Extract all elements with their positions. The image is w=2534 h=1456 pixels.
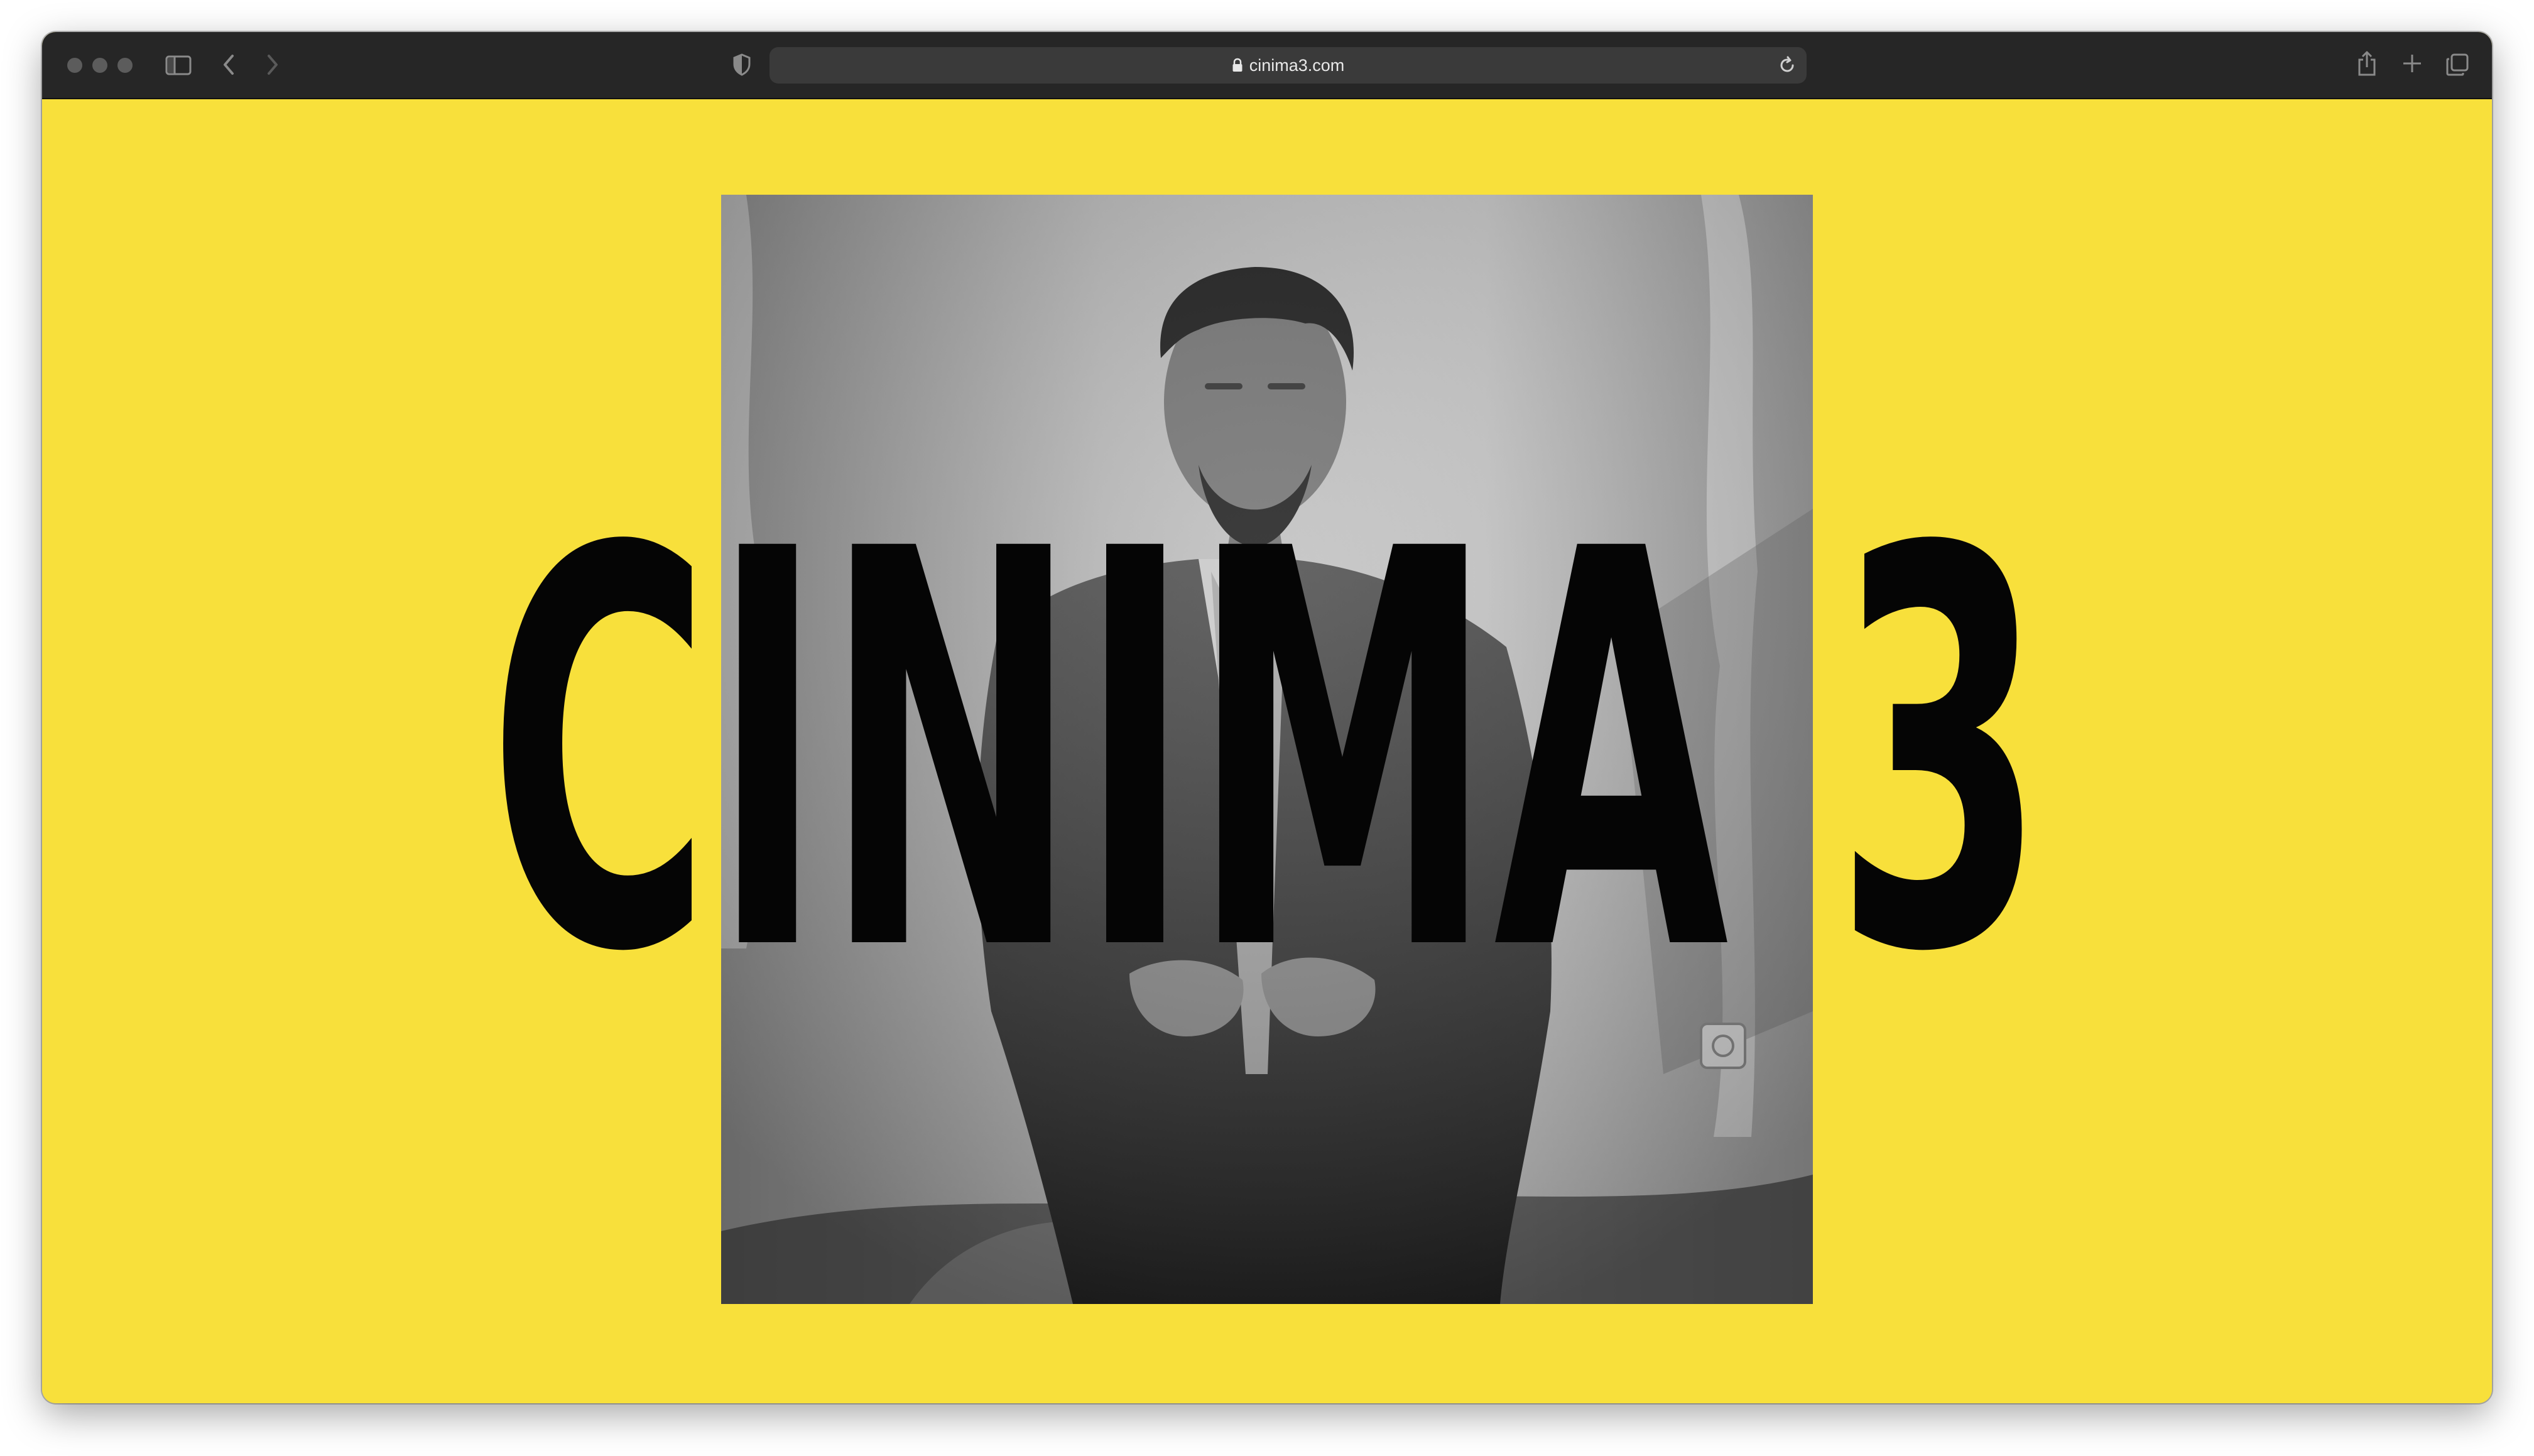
- sidebar-icon[interactable]: [165, 55, 192, 76]
- close-window-button[interactable]: [67, 58, 82, 73]
- portrait-image: [721, 195, 1813, 1304]
- chevron-left-icon[interactable]: [219, 52, 238, 77]
- share-icon[interactable]: [2356, 50, 2378, 77]
- url-text[interactable]: cinima3.com: [1249, 56, 1345, 75]
- lock-icon: [1232, 58, 1243, 72]
- chevron-right-icon[interactable]: [263, 52, 282, 77]
- shield-icon[interactable]: [732, 53, 751, 77]
- hero-photo: [721, 195, 1813, 1304]
- plus-icon[interactable]: [2401, 53, 2423, 74]
- address-bar[interactable]: cinima3.com: [769, 47, 1807, 84]
- tabs-overview-icon[interactable]: [2445, 53, 2469, 77]
- minimize-window-button[interactable]: [92, 58, 107, 73]
- browser-window: cinima3.com CINIMA 3: [42, 32, 2492, 1403]
- page-content: CINIMA 3: [42, 99, 2492, 1403]
- reload-icon[interactable]: [1778, 56, 1797, 75]
- zoom-window-button[interactable]: [117, 58, 133, 73]
- browser-toolbar: cinima3.com: [42, 32, 2492, 99]
